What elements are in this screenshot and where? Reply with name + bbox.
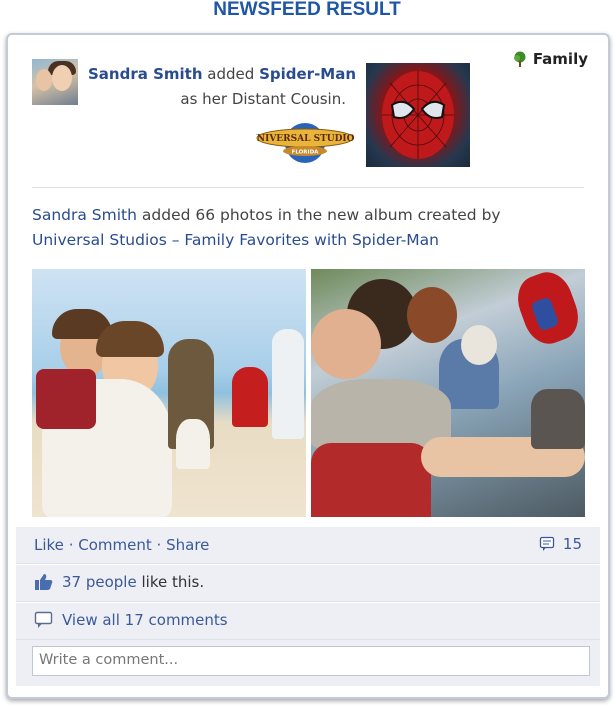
comment-count-value: 15 (562, 535, 582, 553)
spider-man-mask-icon (382, 71, 454, 159)
separator: · (156, 536, 162, 554)
view-comments-row: View all 17 comments (16, 603, 600, 640)
likers-link[interactable]: 37 people (62, 573, 137, 591)
story-actions-bar: Like · Comment · Share 15 (16, 527, 600, 564)
album-photo-family-dock[interactable] (311, 269, 585, 517)
avatar[interactable] (32, 59, 78, 105)
likes-suffix: like this. (141, 573, 205, 591)
like-button[interactable]: Like (34, 536, 64, 554)
spider-man-thumbnail[interactable] (366, 63, 470, 167)
view-all-comments-link[interactable]: View all 17 comments (62, 611, 228, 629)
album-photo-beach-family[interactable] (32, 269, 306, 517)
comment-button[interactable]: Comment (78, 536, 152, 554)
comment-composer: Write a comment... (16, 640, 600, 686)
album-post-text: Sandra Smith added 66 photos in the new … (32, 203, 572, 253)
story-relation: as her Distant Cousin. (180, 90, 346, 108)
logo-text: UNIVERSAL STUDIOS (256, 134, 354, 144)
comment-input[interactable]: Write a comment... (32, 646, 590, 676)
newsfeed-story-card: Sandra Smith added Spider-Man as her Dis… (6, 33, 610, 699)
logo-subtext: FLORIDA (292, 150, 320, 156)
story-verb: added (207, 65, 255, 83)
audience-label: Family (532, 50, 588, 68)
audience-selector[interactable]: Family (513, 50, 588, 68)
universal-studios-logo[interactable]: UNIVERSAL STUDIOS FLORIDA (256, 117, 354, 165)
album-link[interactable]: Universal Studios – Family Favorites wit… (32, 231, 439, 249)
comment-count[interactable]: 15 (539, 535, 582, 553)
thumbs-up-icon (35, 574, 53, 590)
comment-bubble-icon (34, 611, 53, 628)
share-button[interactable]: Share (166, 536, 209, 554)
separator: · (68, 536, 74, 554)
divider (32, 187, 584, 188)
tree-icon (513, 51, 526, 67)
action-links: Like · Comment · Share (34, 536, 209, 554)
page-title: NEWSFEED RESULT (213, 0, 401, 20)
post-actor-link[interactable]: Sandra Smith (32, 206, 137, 224)
actor-link[interactable]: Sandra Smith (88, 65, 203, 83)
story-headline: Sandra Smith added Spider-Man (88, 65, 356, 83)
comment-count-icon (539, 536, 555, 551)
post-text-middle: added 66 photos in the new album created… (141, 206, 501, 224)
target-link[interactable]: Spider-Man (259, 65, 356, 83)
likes-summary-row: 37 people like this. (16, 565, 600, 602)
